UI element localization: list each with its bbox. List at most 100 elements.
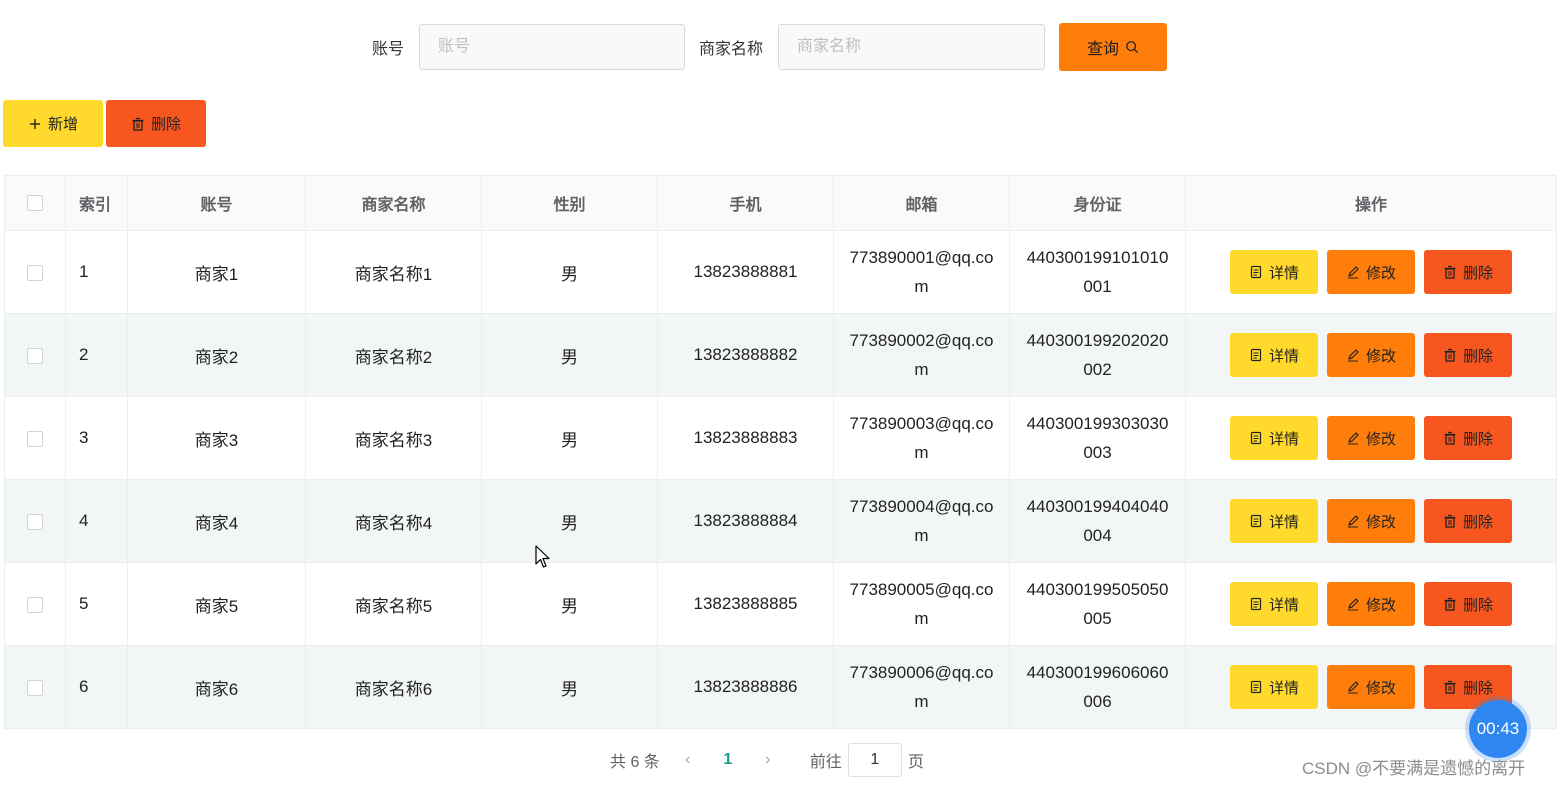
plus-icon <box>28 117 42 131</box>
cell-phone: 13823888886 <box>657 645 834 729</box>
row-select-cell[interactable] <box>4 313 66 397</box>
cell-phone: 13823888883 <box>657 396 834 480</box>
delete-button[interactable]: 删除 <box>1424 499 1512 543</box>
cell-id-card: 440300199606060006 <box>1009 645 1186 729</box>
trash-icon <box>131 117 145 131</box>
delete-button-label: 删除 <box>1462 264 1493 282</box>
edit-button-label: 修改 <box>1365 430 1396 448</box>
add-button[interactable]: 新增 <box>3 100 103 147</box>
cell-actions: 详情 修改 删除 <box>1185 230 1557 314</box>
cell-actions: 详情 修改 删除 <box>1185 396 1557 480</box>
pencil-icon <box>1346 431 1360 445</box>
cell-id-card: 440300199101010001 <box>1009 230 1186 314</box>
header-actions: 操作 <box>1185 175 1557 231</box>
cell-email: 773890005@qq.com <box>833 562 1010 646</box>
page-number-current[interactable]: 1 <box>716 751 740 769</box>
merchant-name-label: 商家名称 <box>699 41 764 58</box>
cell-account: 商家1 <box>127 230 306 314</box>
row-select-cell[interactable] <box>4 396 66 480</box>
header-select-all[interactable] <box>4 175 66 231</box>
row-checkbox[interactable] <box>27 347 43 364</box>
detail-button[interactable]: 详情 <box>1230 582 1318 626</box>
chevron-right-icon[interactable]: › <box>756 751 780 769</box>
cell-email: 773890003@qq.com <box>833 396 1010 480</box>
cell-id-card: 440300199404040004 <box>1009 479 1186 563</box>
cell-index: 1 <box>65 230 128 314</box>
edit-button[interactable]: 修改 <box>1327 665 1415 709</box>
cell-id-card: 440300199505050005 <box>1009 562 1186 646</box>
cell-merchant-name: 商家名称1 <box>305 230 482 314</box>
edit-button[interactable]: 修改 <box>1327 499 1415 543</box>
total-count: 共 6 条 <box>610 754 660 771</box>
header-gender: 性别 <box>481 175 658 231</box>
trash-icon <box>1443 514 1457 528</box>
row-select-cell[interactable] <box>4 562 66 646</box>
cell-merchant-name: 商家名称6 <box>305 645 482 729</box>
header-email: 邮箱 <box>833 175 1010 231</box>
pencil-icon <box>1346 348 1360 362</box>
row-actions: 详情 修改 删除 <box>1186 333 1556 377</box>
header-account: 账号 <box>127 175 306 231</box>
merchant-table: 索引 账号 商家名称 性别 手机 邮箱 身份证 操作 1 商家1 商家名称1 男… <box>4 175 1557 729</box>
cell-email: 773890004@qq.com <box>833 479 1010 563</box>
delete-button-label: 删除 <box>1462 347 1493 365</box>
row-checkbox[interactable] <box>27 430 43 447</box>
row-select-cell[interactable] <box>4 645 66 729</box>
cell-index: 2 <box>65 313 128 397</box>
row-select-cell[interactable] <box>4 479 66 563</box>
chevron-left-icon[interactable]: ‹ <box>676 751 700 769</box>
detail-button[interactable]: 详情 <box>1230 333 1318 377</box>
detail-button-label: 详情 <box>1268 513 1299 531</box>
document-icon <box>1249 514 1263 528</box>
merchant-name-input[interactable] <box>778 24 1046 70</box>
cell-actions: 详情 修改 删除 <box>1185 562 1557 646</box>
trash-icon <box>1443 680 1457 694</box>
detail-button[interactable]: 详情 <box>1230 499 1318 543</box>
row-checkbox[interactable] <box>27 513 43 530</box>
document-icon <box>1249 265 1263 279</box>
edit-button[interactable]: 修改 <box>1327 250 1415 294</box>
row-checkbox[interactable] <box>27 264 43 281</box>
header-id-card: 身份证 <box>1009 175 1186 231</box>
edit-button[interactable]: 修改 <box>1327 582 1415 626</box>
trash-icon <box>1443 265 1457 279</box>
cell-merchant-name: 商家名称2 <box>305 313 482 397</box>
account-input[interactable] <box>419 24 686 70</box>
detail-button[interactable]: 详情 <box>1230 665 1318 709</box>
query-button[interactable]: 查询 <box>1059 23 1168 71</box>
header-phone: 手机 <box>657 175 834 231</box>
delete-button[interactable]: 删除 <box>1424 333 1512 377</box>
row-actions: 详情 修改 删除 <box>1186 499 1556 543</box>
delete-button-label: 删除 <box>1462 596 1493 614</box>
trash-icon <box>1443 597 1457 611</box>
cell-gender: 男 <box>481 230 658 314</box>
pencil-icon <box>1346 597 1360 611</box>
pencil-icon <box>1346 265 1360 279</box>
delete-button[interactable]: 删除 <box>1424 250 1512 294</box>
cell-account: 商家5 <box>127 562 306 646</box>
document-icon <box>1249 597 1263 611</box>
row-select-cell[interactable] <box>4 230 66 314</box>
detail-button[interactable]: 详情 <box>1230 250 1318 294</box>
edit-button[interactable]: 修改 <box>1327 416 1415 460</box>
delete-button[interactable]: 删除 <box>1424 582 1512 626</box>
goto-page-input[interactable] <box>847 743 902 777</box>
delete-button[interactable]: 删除 <box>1424 416 1512 460</box>
row-checkbox[interactable] <box>27 596 43 613</box>
batch-delete-button[interactable]: 删除 <box>106 100 206 147</box>
cell-id-card: 440300199202020002 <box>1009 313 1186 397</box>
edit-button[interactable]: 修改 <box>1327 333 1415 377</box>
cell-email: 773890001@qq.com <box>833 230 1010 314</box>
delete-button-label: 删除 <box>1462 513 1493 531</box>
cell-id-card: 440300199303030003 <box>1009 396 1186 480</box>
detail-button[interactable]: 详情 <box>1230 416 1318 460</box>
recording-timer-badge[interactable]: 00:43 <box>1469 700 1527 758</box>
cell-merchant-name: 商家名称5 <box>305 562 482 646</box>
table-row: 1 商家1 商家名称1 男 13823888881 773890001@qq.c… <box>4 230 1557 314</box>
batch-delete-button-label: 删除 <box>150 116 181 133</box>
cell-phone: 13823888882 <box>657 313 834 397</box>
detail-button-label: 详情 <box>1268 347 1299 365</box>
select-all-checkbox[interactable] <box>27 194 43 211</box>
row-checkbox[interactable] <box>27 679 43 696</box>
cell-account: 商家2 <box>127 313 306 397</box>
